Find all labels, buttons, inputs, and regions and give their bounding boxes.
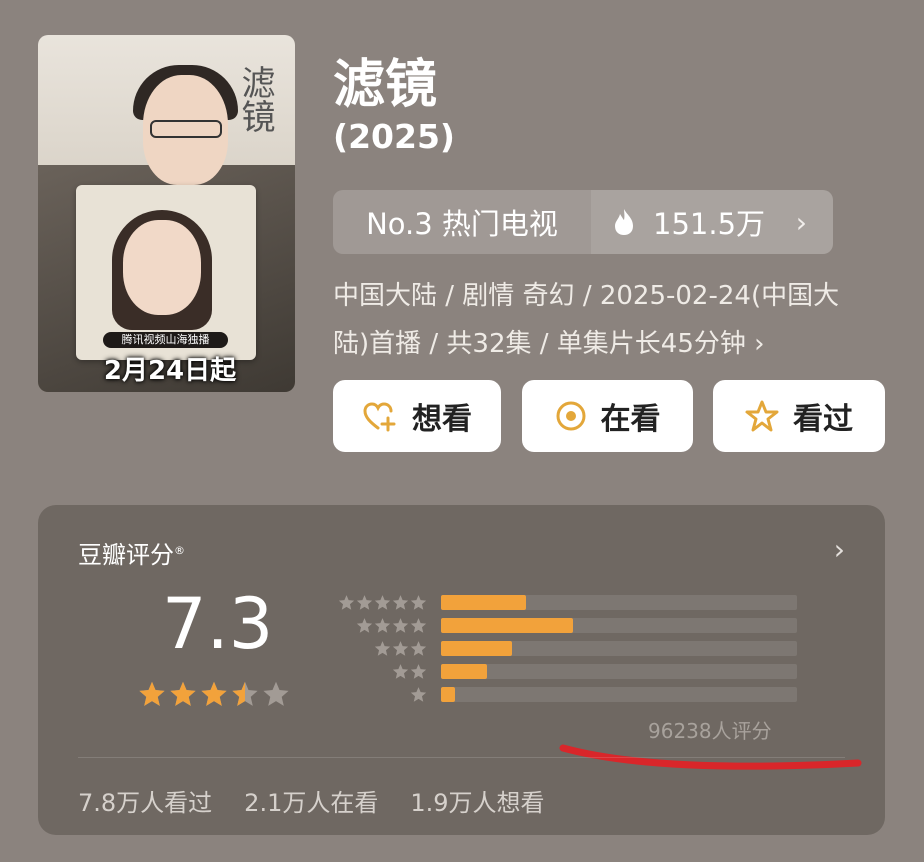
rating-stars: [138, 680, 290, 708]
stat-want: 1.9万人想看: [410, 789, 545, 817]
audience-stats: 7.8万人看过 2.1万人在看 1.9万人想看: [78, 783, 545, 818]
star-icon: [392, 618, 409, 633]
rating-row-1-star: [323, 683, 797, 706]
rating-bar-3-star: [441, 641, 513, 656]
poster-girl-face-shape: [123, 220, 201, 315]
star-icon: [374, 618, 391, 633]
poster-glasses-shape: [150, 120, 222, 138]
heat-value: 151.5万: [653, 207, 766, 241]
rating-row-3-star: [323, 637, 797, 660]
star-icon: [392, 595, 409, 610]
card-divider: [78, 757, 845, 758]
show-year: (2025): [333, 117, 456, 156]
star-icon: [410, 595, 427, 610]
watching-button[interactable]: 在看: [522, 380, 693, 452]
heat-section[interactable]: 151.5万 ›: [591, 190, 833, 254]
star-icon: [139, 681, 165, 706]
rating-distribution: [323, 591, 797, 706]
star-icon: [356, 618, 373, 633]
star-icon: [338, 595, 355, 610]
rating-bar-4-star: [441, 618, 573, 633]
rank-label: No.3 热门电视: [366, 207, 558, 241]
star-outline-icon: [745, 400, 779, 432]
star-icon: [410, 641, 427, 656]
star-icon: [356, 595, 373, 610]
star-icon: [170, 681, 196, 706]
rating-row-4-star: [323, 614, 797, 637]
show-meta[interactable]: 中国大陆 / 剧情 奇幻 / 2025-02-24(中国大 陆)首播 / 共32…: [333, 272, 893, 368]
poster-image[interactable]: 滤镜 腾讯视频山海独播 2月24日起: [38, 35, 295, 392]
rating-bar-track: [441, 595, 797, 610]
watching-label: 在看: [600, 402, 661, 437]
rating-bar-track: [441, 664, 797, 679]
star-icon: [201, 681, 227, 706]
rating-count: 96238人评分: [648, 719, 772, 743]
row-stars: [323, 617, 427, 634]
star-icon: [410, 664, 427, 679]
stat-watching: 2.1万人在看: [244, 789, 379, 817]
red-underline-mark: [559, 744, 862, 770]
poster-platform-badge: 腾讯视频山海独播: [103, 332, 228, 348]
meta-line-2: 陆)首播 / 共32集 / 单集片长45分钟 ›: [333, 329, 765, 359]
star-icon: [263, 681, 289, 706]
row-stars: [323, 663, 427, 680]
poster-calligraphy: 滤镜: [235, 65, 275, 133]
star-icon: [392, 664, 409, 679]
want-to-watch-button[interactable]: 想看: [333, 380, 501, 452]
rating-title: 豆瓣评分®: [78, 541, 185, 569]
douban-rating-card[interactable]: 豆瓣评分® › 7.3 96238人评分 7.8万人看过 2.1万人在看 1.9…: [38, 505, 885, 835]
star-icon: [374, 641, 391, 656]
rating-bar-track: [441, 687, 797, 702]
registered-mark: ®: [174, 544, 185, 557]
poster-premiere-date: 2月24日起: [103, 356, 237, 386]
rating-bar-1-star: [441, 687, 456, 702]
stat-watched: 7.8万人看过: [78, 789, 213, 817]
heart-plus-icon: [363, 402, 396, 432]
star-icon: [410, 687, 427, 702]
star-icon: [410, 618, 427, 633]
rating-score: 7.3: [162, 583, 274, 665]
row-stars: [323, 640, 427, 657]
star-icon: [392, 641, 409, 656]
want-to-watch-label: 想看: [412, 402, 472, 437]
chevron-right-icon[interactable]: ›: [834, 533, 845, 566]
chevron-right-icon: ›: [795, 205, 807, 239]
row-stars: [323, 594, 427, 611]
rank-heat-pill[interactable]: No.3 热门电视 151.5万 ›: [333, 190, 833, 254]
rating-row-5-star: [323, 591, 797, 614]
star-icon: [374, 595, 391, 610]
flame-icon: [615, 209, 633, 235]
watched-button[interactable]: 看过: [713, 380, 885, 452]
meta-line-1: 中国大陆 / 剧情 奇幻 / 2025-02-24(中国大: [333, 281, 840, 311]
rating-bar-track: [441, 618, 797, 633]
watched-label: 看过: [793, 402, 853, 437]
target-circle-icon: [556, 401, 585, 431]
rating-bar-5-star: [441, 595, 527, 610]
rating-bar-2-star: [441, 664, 488, 679]
show-title: 滤镜: [333, 55, 438, 115]
rating-bar-track: [441, 641, 797, 656]
star-icon: [232, 681, 258, 706]
rating-row-2-star: [323, 660, 797, 683]
row-stars: [323, 686, 427, 703]
